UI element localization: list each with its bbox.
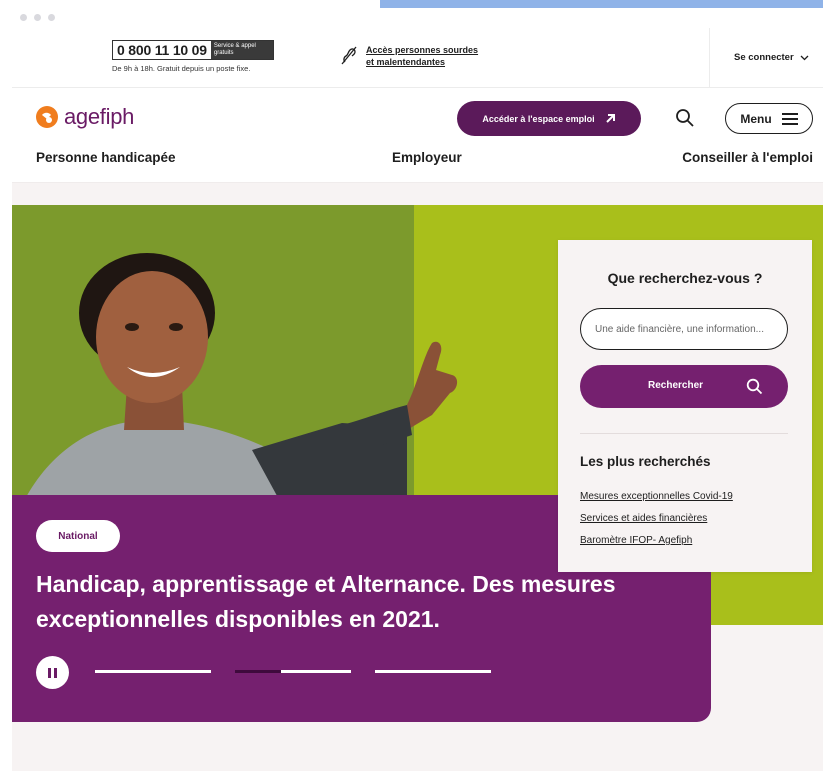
employment-space-label: Accéder à l'espace emploi [482,113,595,124]
deaf-access-line2: et malentendantes [366,57,446,67]
search-submit-button[interactable]: Rechercher [580,365,788,408]
scope-badge: National [36,520,120,552]
utility-bar: 0 800 11 10 09 Service & appel gratuits … [12,28,823,88]
nav-item-employeur[interactable]: Employeur [392,150,462,165]
menu-label: Menu [740,111,772,126]
search-panel: Que recherchez-vous ? Rechercher Les plu… [558,240,812,572]
divider [709,28,710,88]
popular-link-covid[interactable]: Mesures exceptionnelles Covid-19 [580,486,733,508]
pause-carousel-button[interactable] [36,656,69,689]
menu-button[interactable]: Menu [725,103,813,134]
search-input[interactable] [580,308,788,350]
phone-number: 0 800 11 10 09 [117,42,207,58]
search-panel-title: Que recherchez-vous ? [607,270,763,286]
popular-link-barometre[interactable]: Baromètre IFOP- Agefiph [580,530,733,552]
browser-tab-strip [380,0,823,8]
nav-item-conseiller[interactable]: Conseiller à l'emploi [682,150,813,165]
slide-indicator-3[interactable] [375,670,491,673]
slide-indicator-1[interactable] [95,670,211,673]
deaf-access-link[interactable]: Accès personnes sourdes et malentendante… [340,44,478,68]
main-nav: Personne handicapée Employeur Conseiller… [36,150,813,168]
logo-link[interactable]: agefiph [36,104,134,130]
agefiph-logo-icon [36,106,58,128]
phone-box[interactable]: 0 800 11 10 09 Service & appel gratuits [112,40,274,60]
pause-icon [48,667,57,678]
arrow-up-right-icon [605,114,615,123]
page: 0 800 11 10 09 Service & appel gratuits … [0,0,823,771]
hamburger-icon [781,112,798,125]
search-icon [746,378,763,395]
phone-tag: Service & appel gratuits [210,41,273,59]
search-submit-label: Rechercher [648,380,704,391]
connect-button[interactable]: Se connecter [734,52,809,63]
deaf-access-line1: Accès personnes sourdes [366,45,479,55]
logo-text: agefiph [64,104,135,129]
hero-title[interactable]: Handicap, apprentissage et Alternance. D… [36,567,636,637]
chevron-down-icon [800,55,809,60]
phone-hours: De 9h à 18h. Gratuit depuis un poste fix… [112,64,251,73]
connect-label: Se connecter [734,52,794,63]
window-controls [20,14,55,21]
popular-searches-title: Les plus recherchés [580,454,711,469]
slide-progress [235,670,282,673]
popular-searches-list: Mesures exceptionnelles Covid-19 Service… [580,486,733,552]
divider [580,433,788,434]
slide-indicator-2[interactable] [235,670,351,673]
search-icon[interactable] [675,108,695,128]
popular-link-services[interactable]: Services et aides financières [580,508,733,530]
deaf-ear-icon [341,46,357,65]
employment-space-button[interactable]: Accéder à l'espace emploi [457,101,641,136]
nav-item-personne-handicapee[interactable]: Personne handicapée [36,150,176,165]
